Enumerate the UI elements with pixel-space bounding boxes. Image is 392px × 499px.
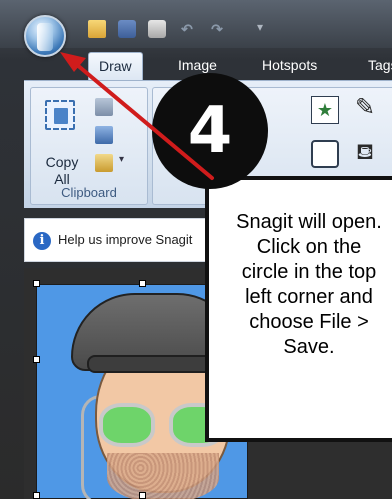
arrow-shaft (74, 62, 214, 180)
snagit-editor-window: ↶ ↷ ▾ Draw Image Hotspots Tags Copy All … (0, 0, 392, 499)
annotation-arrow (60, 52, 214, 180)
